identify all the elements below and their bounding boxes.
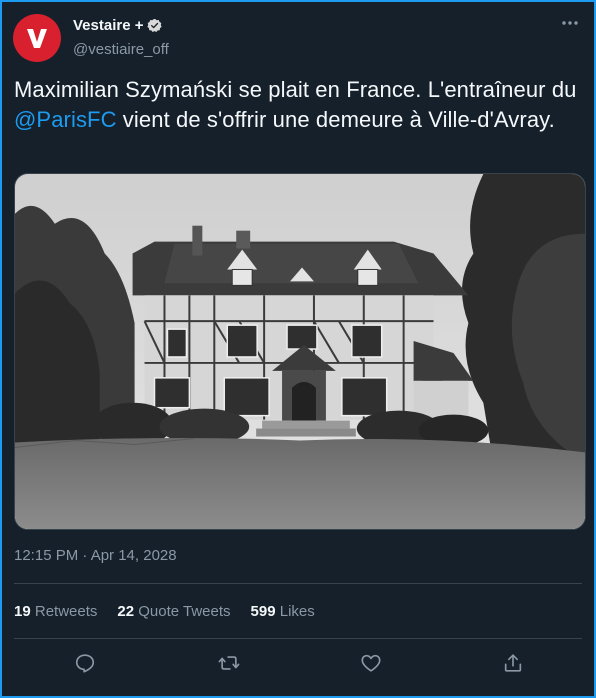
tweet-text-part: Maximilian Szymański se plait en France.… [14,77,577,102]
quotes-label: Quote Tweets [138,603,231,620]
tweet-text: Maximilian Szymański se plait en France.… [14,75,586,135]
likes-count: 599 [250,603,276,620]
share-button[interactable] [500,650,526,676]
retweet-icon [218,656,240,670]
quotes-count: 22 [117,603,135,620]
retweet-button[interactable] [216,650,242,676]
tweet-media-photo[interactable] [14,173,586,530]
mention-link[interactable]: @ParisFC [14,107,117,132]
reply-icon [75,654,95,673]
divider [14,638,582,639]
tweet-card: Vestaire + @vestiaire_off Maximilian Szy… [0,0,596,698]
likes-stat[interactable]: 599 Likes [251,603,315,620]
retweets-stat[interactable]: 19 Retweets [14,603,97,620]
author-display-name[interactable]: Vestaire + [73,17,143,34]
avatar[interactable] [13,14,61,62]
author-handle[interactable]: @vestiaire_off [73,41,169,58]
quotes-stat[interactable]: 22 Quote Tweets [117,603,230,620]
retweets-count: 19 [14,603,31,620]
tweet-timestamp[interactable]: 12:15 PM · Apr 14, 2028 [14,547,177,564]
reply-button[interactable] [72,650,98,676]
divider [14,583,582,584]
verified-badge-icon [147,18,163,32]
house-photo [15,174,585,529]
more-options-icon[interactable] [560,16,580,30]
vestiaire-logo-icon [27,29,47,48]
tweet-text-part: vient de s'offrir une demeure à Ville-d'… [116,107,555,132]
retweets-label: Retweets [34,603,98,620]
like-button[interactable] [358,650,384,676]
tweet-stats: 19 Retweets 22 Quote Tweets 599 Likes [14,603,335,620]
likes-label: Likes [279,603,315,620]
share-icon [504,654,522,672]
like-icon [361,654,381,672]
tweet-actions [2,647,596,683]
author-name-row: Vestaire + [73,17,163,34]
